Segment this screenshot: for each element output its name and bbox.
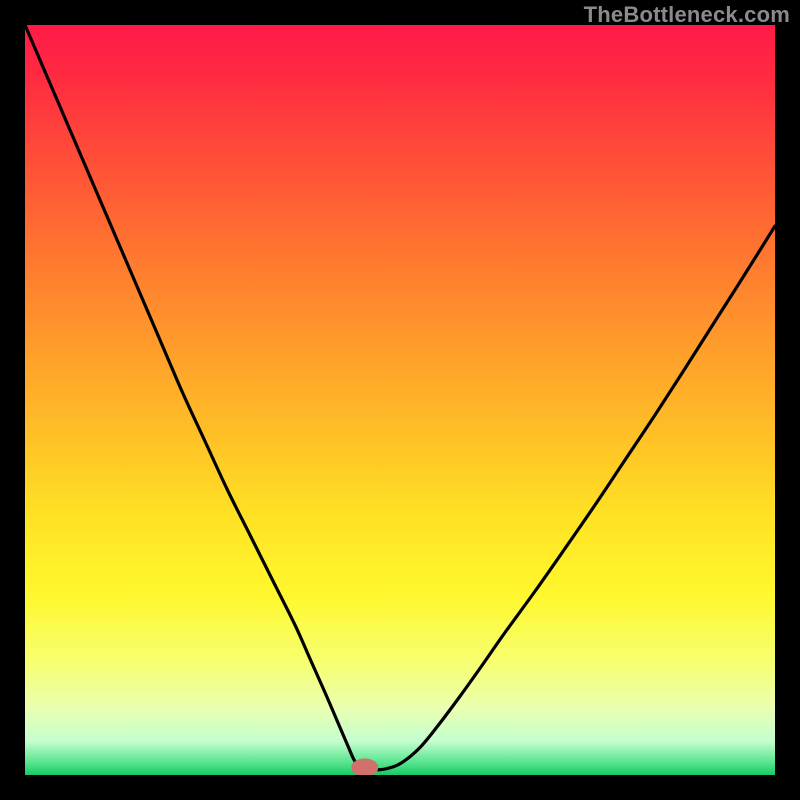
gradient-background (25, 25, 775, 775)
plot-area (25, 25, 775, 775)
bottleneck-chart (25, 25, 775, 775)
chart-frame: TheBottleneck.com (0, 0, 800, 800)
